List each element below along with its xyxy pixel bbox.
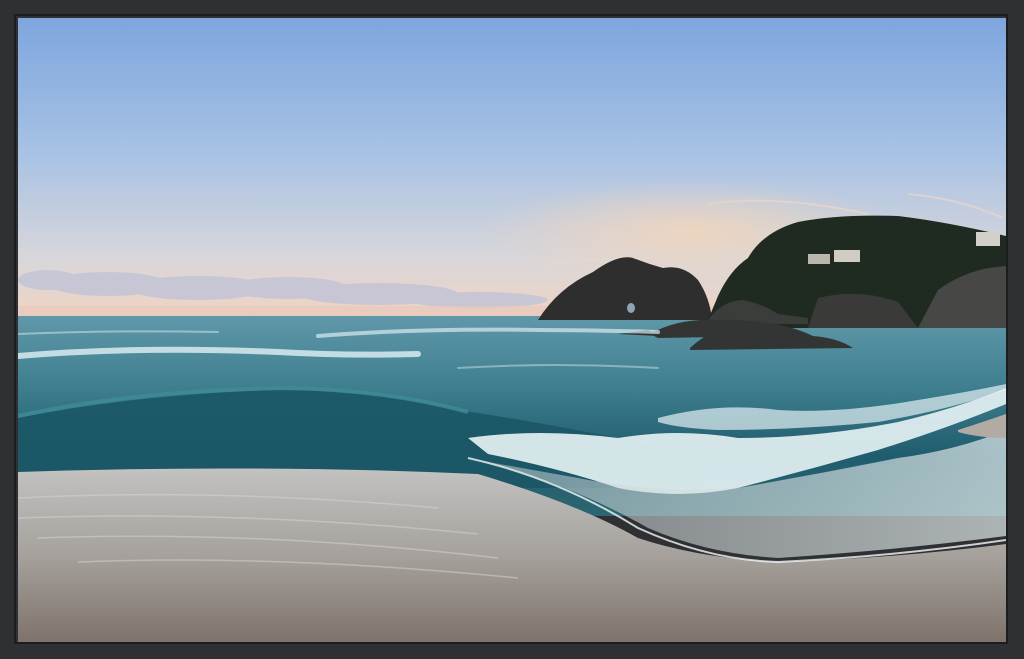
house bbox=[808, 254, 830, 264]
house bbox=[976, 232, 1000, 246]
beach-photo bbox=[18, 18, 1006, 642]
house bbox=[834, 250, 860, 262]
picture-frame bbox=[0, 0, 1024, 659]
seascape-illustration bbox=[18, 18, 1006, 642]
